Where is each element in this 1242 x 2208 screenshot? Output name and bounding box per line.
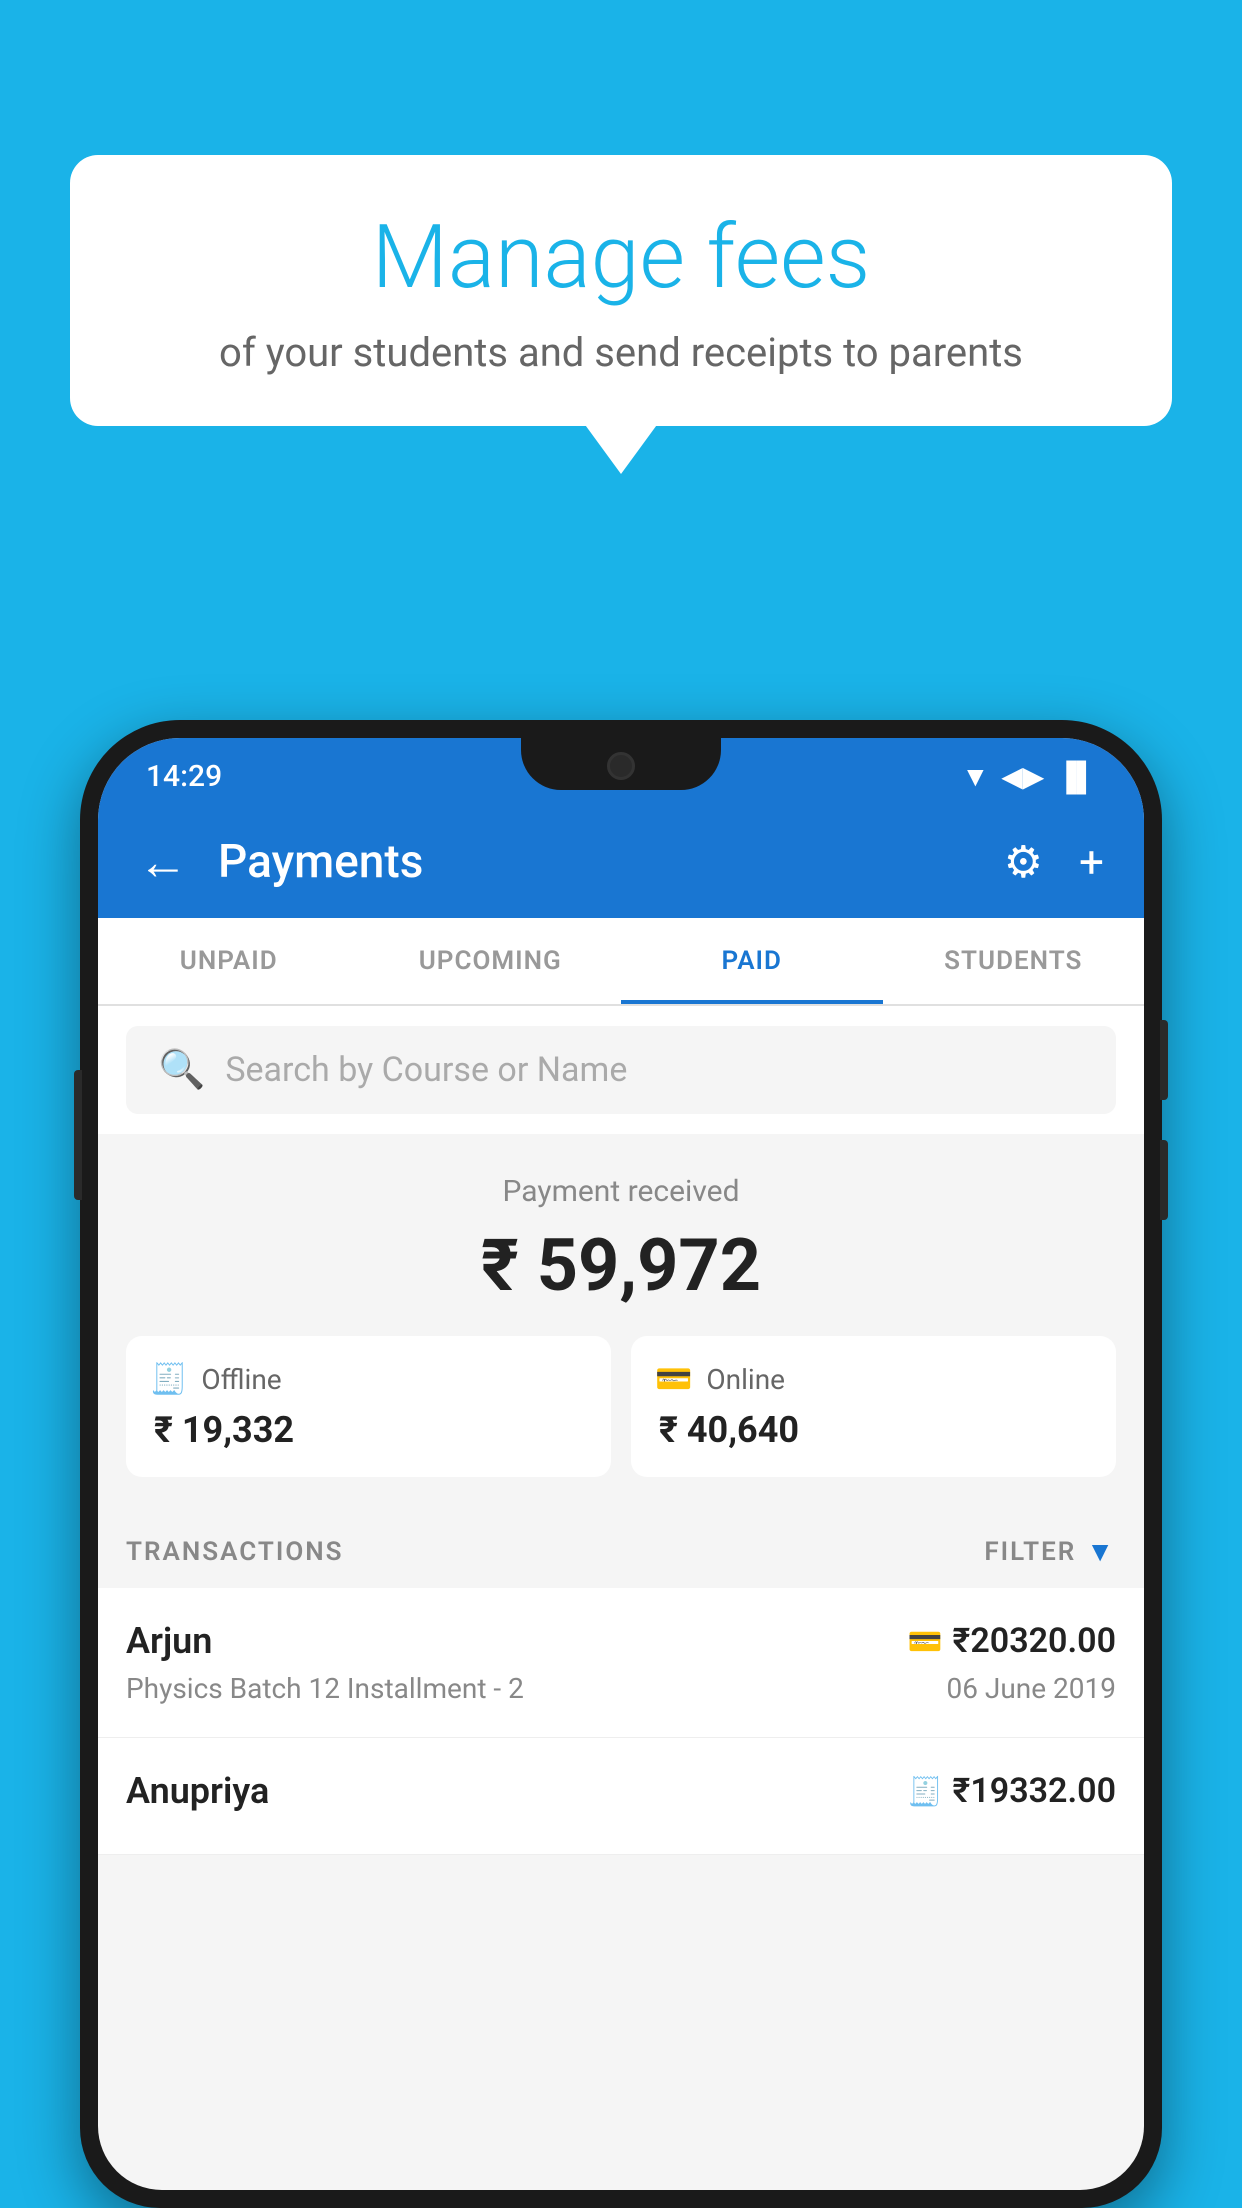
filter-icon: ▼ [1086,1535,1116,1568]
transaction-amount: ₹20320.00 [953,1621,1116,1661]
phone-notch [521,738,721,790]
table-row[interactable]: Anupriya 🧾 ₹19332.00 [98,1738,1144,1855]
online-icon: 💳 [655,1362,692,1397]
battery-icon: ▐▌ [1056,760,1096,793]
transactions-list: Arjun 💳 ₹20320.00 Physics Batch 12 Insta… [98,1588,1144,1855]
phone-volume-button [74,1070,82,1200]
transactions-header: TRANSACTIONS FILTER ▼ [98,1507,1144,1588]
online-label: Online [706,1363,785,1396]
search-container: 🔍 Search by Course or Name [98,1006,1144,1134]
online-payment-card: 💳 Online ₹ 40,640 [631,1336,1116,1477]
transaction-top-row: Arjun 💳 ₹20320.00 [126,1620,1116,1662]
phone-volume-button-right [1160,1140,1168,1220]
app-bar: ← Payments ⚙ + [98,806,1144,918]
transaction-amount: ₹19332.00 [953,1771,1116,1811]
speech-bubble: Manage fees of your students and send re… [70,155,1172,426]
search-box[interactable]: 🔍 Search by Course or Name [126,1026,1116,1114]
status-time: 14:29 [146,759,222,794]
app-bar-title: Payments [218,835,974,889]
search-icon: 🔍 [158,1048,205,1092]
transaction-date: 06 June 2019 [946,1672,1116,1705]
tab-upcoming[interactable]: UPCOMING [360,918,622,1004]
online-amount: ₹ 40,640 [655,1409,799,1451]
offline-payment-card: 🧾 Offline ₹ 19,332 [126,1336,611,1477]
signal-icon: ◀▶ [1001,760,1044,793]
transaction-name: Anupriya [126,1770,269,1812]
phone-camera [607,752,635,780]
payment-received-label: Payment received [126,1174,1116,1209]
back-button[interactable]: ← [138,833,188,892]
status-icons: ▼ ◀▶ ▐▌ [962,760,1096,793]
transactions-label: TRANSACTIONS [126,1537,344,1567]
transaction-amount-wrapper: 🧾 ₹19332.00 [908,1771,1116,1811]
search-input[interactable]: Search by Course or Name [225,1050,627,1090]
app-bar-actions: ⚙ + [1004,836,1104,888]
transaction-bottom-row: Physics Batch 12 Installment - 2 06 June… [126,1672,1116,1705]
offline-label-row: 🧾 Offline [150,1362,282,1397]
add-icon[interactable]: + [1079,836,1104,888]
transaction-course: Physics Batch 12 Installment - 2 [126,1672,524,1705]
table-row[interactable]: Arjun 💳 ₹20320.00 Physics Batch 12 Insta… [98,1588,1144,1738]
bubble-subtitle: of your students and send receipts to pa… [130,329,1112,376]
payment-summary: Payment received ₹ 59,972 🧾 Offline ₹ 19… [98,1134,1144,1507]
bubble-title: Manage fees [130,210,1112,307]
offline-label: Offline [201,1363,281,1396]
tab-unpaid[interactable]: UNPAID [98,918,360,1004]
tab-paid[interactable]: PAID [621,918,883,1004]
tab-students[interactable]: STUDENTS [883,918,1145,1004]
offline-payment-icon: 🧾 [908,1775,943,1808]
online-payment-icon: 💳 [908,1625,943,1658]
offline-icon: 🧾 [150,1362,187,1397]
transaction-top-row: Anupriya 🧾 ₹19332.00 [126,1770,1116,1812]
offline-amount: ₹ 19,332 [150,1409,294,1451]
phone-screen: 14:29 ▼ ◀▶ ▐▌ ← Payments ⚙ + UNPAID UPCO… [98,738,1144,2190]
transaction-amount-wrapper: 💳 ₹20320.00 [908,1621,1116,1661]
filter-label: FILTER [984,1537,1076,1567]
tabs: UNPAID UPCOMING PAID STUDENTS [98,918,1144,1006]
phone-power-button [1160,1020,1168,1100]
wifi-icon: ▼ [962,760,990,793]
payment-total-amount: ₹ 59,972 [126,1223,1116,1308]
online-label-row: 💳 Online [655,1362,785,1397]
transaction-name: Arjun [126,1620,212,1662]
payment-cards: 🧾 Offline ₹ 19,332 💳 Online ₹ 40,640 [126,1336,1116,1477]
filter-button[interactable]: FILTER ▼ [984,1535,1116,1568]
settings-icon[interactable]: ⚙ [1004,836,1043,888]
phone-mockup: 14:29 ▼ ◀▶ ▐▌ ← Payments ⚙ + UNPAID UPCO… [80,720,1162,2208]
